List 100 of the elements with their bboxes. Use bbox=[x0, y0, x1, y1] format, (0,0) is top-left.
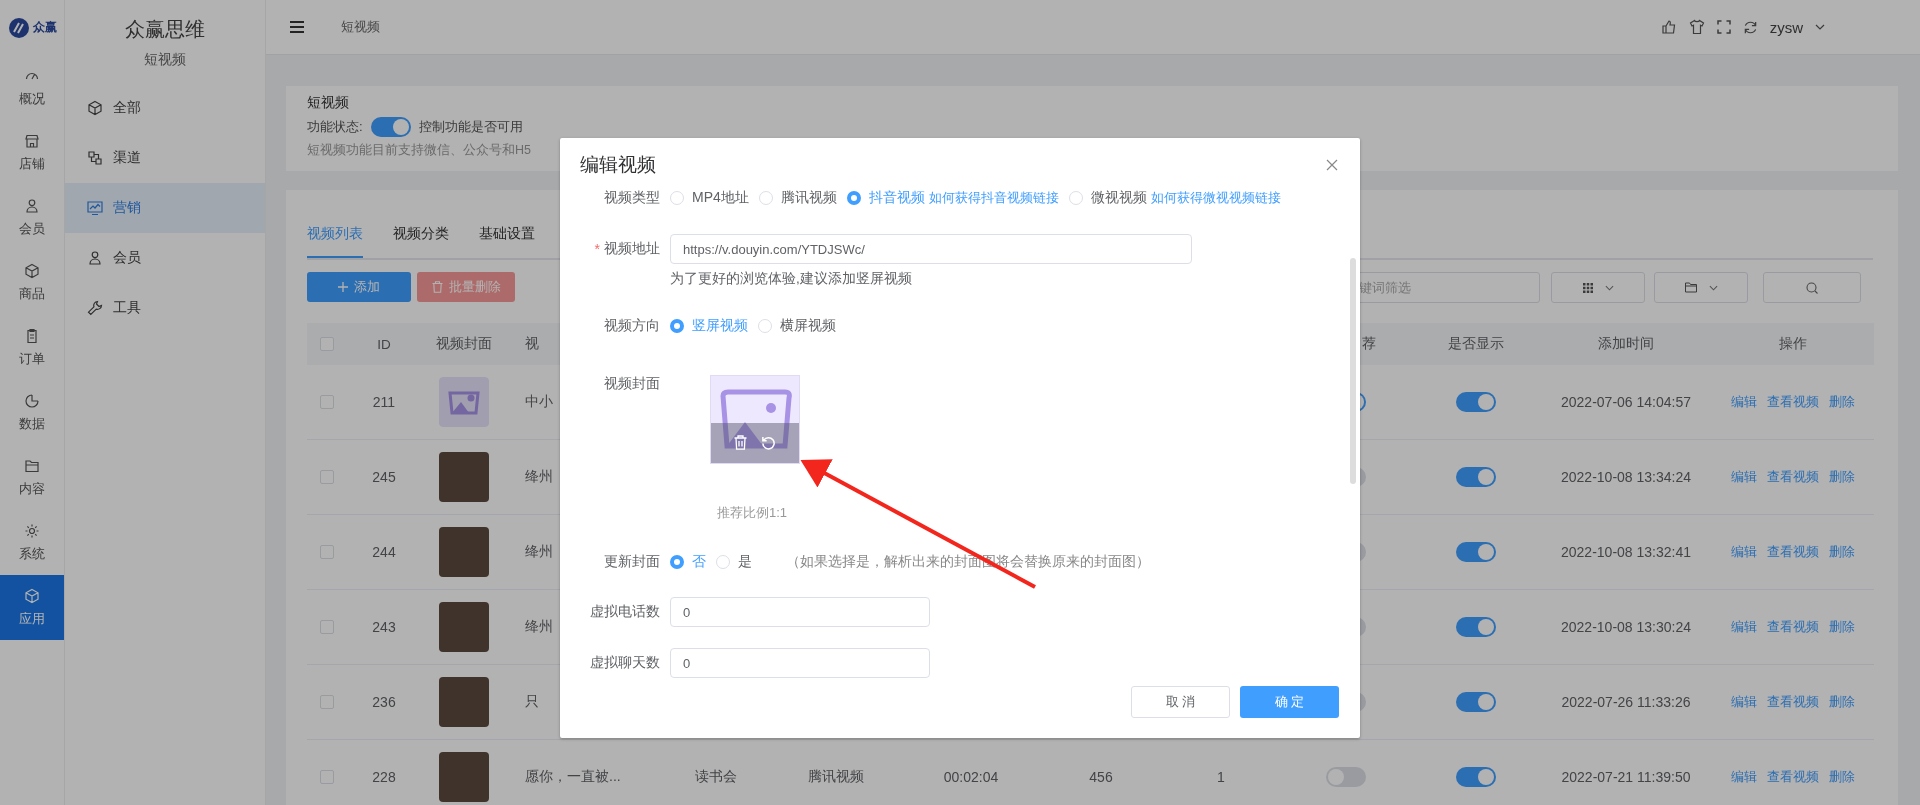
rail-item[interactable]: 订单 bbox=[0, 315, 64, 380]
radio-label[interactable]: 竖屏视频 bbox=[692, 317, 748, 335]
column-header: 是否显示 bbox=[1448, 335, 1504, 353]
checkbox[interactable] bbox=[320, 770, 334, 784]
action-link[interactable]: 查看视频 bbox=[1766, 468, 1819, 486]
tab[interactable]: 视频列表 bbox=[307, 220, 363, 258]
sidebar-item[interactable]: 营销 bbox=[65, 183, 265, 233]
radio-button[interactable] bbox=[670, 555, 684, 569]
action-link[interactable]: 编辑 bbox=[1730, 768, 1757, 786]
grid-icon bbox=[1582, 282, 1593, 293]
plus-icon bbox=[338, 282, 348, 292]
action-link[interactable]: 编辑 bbox=[1730, 468, 1757, 486]
action-link[interactable]: 编辑 bbox=[1730, 618, 1757, 636]
scrollbar[interactable] bbox=[1350, 258, 1356, 484]
action-link[interactable]: 删除 bbox=[1828, 393, 1855, 411]
toggle-switch[interactable] bbox=[1456, 467, 1496, 487]
action-link[interactable]: 查看视频 bbox=[1766, 618, 1819, 636]
table-cell: 愿你，一直被... bbox=[525, 768, 621, 786]
confirm-button[interactable]: 确 定 bbox=[1240, 686, 1339, 718]
action-link[interactable]: 查看视频 bbox=[1766, 768, 1819, 786]
checkbox[interactable] bbox=[320, 695, 334, 709]
menu-icon[interactable] bbox=[290, 21, 304, 33]
radio-label[interactable]: MP4地址 bbox=[692, 189, 749, 207]
radio-label[interactable]: 腾讯视频 bbox=[780, 189, 837, 207]
brand-title: 众赢思维 bbox=[124, 17, 206, 42]
shop-icon bbox=[24, 132, 40, 149]
action-link[interactable]: 编辑 bbox=[1730, 693, 1757, 711]
radio-label[interactable]: 否 bbox=[692, 553, 706, 571]
help-link[interactable]: 如何获得微视视频链接 bbox=[1150, 189, 1281, 207]
rail-item[interactable]: 概况 bbox=[0, 55, 64, 120]
checkbox[interactable] bbox=[320, 470, 334, 484]
rail-item[interactable]: 店铺 bbox=[0, 120, 64, 185]
toggle-switch[interactable] bbox=[1456, 692, 1496, 712]
rail-item[interactable]: 系统 bbox=[0, 510, 64, 575]
table-cell: 243 bbox=[372, 619, 396, 635]
toggle-switch[interactable] bbox=[1456, 767, 1496, 787]
add-button[interactable]: 添加 bbox=[307, 272, 411, 302]
action-link[interactable]: 查看视频 bbox=[1766, 393, 1819, 411]
checkbox[interactable] bbox=[320, 620, 334, 634]
chevron-down-icon[interactable] bbox=[1815, 24, 1825, 30]
toggle-switch[interactable] bbox=[1456, 617, 1496, 637]
action-link[interactable]: 编辑 bbox=[1730, 393, 1757, 411]
action-link[interactable]: 查看视频 bbox=[1766, 543, 1819, 561]
toggle-switch[interactable] bbox=[1326, 767, 1366, 787]
delete-button[interactable] bbox=[734, 435, 747, 451]
checkbox[interactable] bbox=[320, 395, 334, 409]
toggle-switch[interactable] bbox=[1456, 542, 1496, 562]
radio-label[interactable]: 微视视频 bbox=[1090, 189, 1147, 207]
rail-item[interactable]: 内容 bbox=[0, 445, 64, 510]
field-label: 视频封面 bbox=[604, 375, 660, 393]
action-link[interactable]: 编辑 bbox=[1730, 543, 1757, 561]
action-link[interactable]: 删除 bbox=[1828, 693, 1855, 711]
field-label: 虚拟聊天数 bbox=[590, 654, 660, 672]
help-link[interactable]: 如何获得抖音视频链接 bbox=[928, 189, 1059, 207]
input-field[interactable]: 0 bbox=[670, 597, 930, 627]
sidebar-item[interactable]: 会员 bbox=[65, 233, 265, 283]
checkbox[interactable] bbox=[320, 337, 334, 351]
action-link[interactable]: 查看视频 bbox=[1766, 693, 1819, 711]
search-button[interactable] bbox=[1763, 272, 1861, 303]
breadcrumb[interactable]: 短视频 bbox=[341, 18, 380, 36]
refresh-icon[interactable] bbox=[1742, 19, 1758, 35]
radio-label[interactable]: 横屏视频 bbox=[780, 317, 836, 335]
radio-label[interactable]: 是 bbox=[738, 553, 752, 571]
rail-item[interactable]: 数据 bbox=[0, 380, 64, 445]
cancel-button[interactable]: 取 消 bbox=[1131, 686, 1230, 718]
tab[interactable]: 视频分类 bbox=[393, 220, 449, 258]
rotate-icon bbox=[761, 435, 776, 451]
folder-dropdown[interactable] bbox=[1654, 272, 1748, 303]
shirt-icon[interactable] bbox=[1688, 19, 1705, 35]
batch-delete-button[interactable]: 批量删除 bbox=[417, 272, 515, 302]
grid-dropdown[interactable] bbox=[1551, 272, 1645, 303]
action-link[interactable]: 删除 bbox=[1828, 768, 1855, 786]
table-cell: 2022-10-08 13:34:24 bbox=[1561, 469, 1691, 485]
close-icon[interactable] bbox=[1326, 159, 1338, 171]
table-cell: 2022-10-08 13:30:24 bbox=[1561, 619, 1691, 635]
action-link[interactable]: 删除 bbox=[1828, 543, 1855, 561]
rail-item[interactable]: 应用 bbox=[0, 575, 64, 640]
action-link[interactable]: 删除 bbox=[1828, 618, 1855, 636]
replace-button[interactable] bbox=[761, 435, 776, 451]
toggle-switch[interactable] bbox=[1456, 392, 1496, 412]
radio-label[interactable]: 抖音视频 bbox=[868, 189, 925, 207]
fullscreen-icon[interactable] bbox=[1716, 20, 1731, 34]
sidebar-item[interactable]: 渠道 bbox=[65, 133, 265, 183]
tab[interactable]: 基础设置 bbox=[479, 220, 535, 258]
radio-button[interactable] bbox=[846, 191, 861, 205]
thumbs-up-icon[interactable] bbox=[1660, 19, 1677, 35]
checkbox[interactable] bbox=[320, 545, 334, 559]
rail-item[interactable]: 商品 bbox=[0, 250, 64, 315]
toggle-switch[interactable] bbox=[370, 117, 411, 137]
action-link[interactable]: 删除 bbox=[1828, 468, 1855, 486]
user-name[interactable]: zysw bbox=[1769, 18, 1803, 36]
sidebar-item[interactable]: 全部 bbox=[65, 83, 265, 133]
input-field[interactable]: https://v.douyin.com/YTDJSWc/ bbox=[670, 234, 1192, 264]
chevron-down-icon bbox=[1708, 284, 1718, 291]
table-cell: 211 bbox=[372, 394, 396, 410]
rail-item[interactable]: 会员 bbox=[0, 185, 64, 250]
sidebar-item[interactable]: 工具 bbox=[65, 283, 265, 333]
radio-button[interactable] bbox=[670, 319, 684, 333]
column-header: 添加时间 bbox=[1598, 335, 1654, 353]
input-field[interactable]: 0 bbox=[670, 648, 930, 678]
